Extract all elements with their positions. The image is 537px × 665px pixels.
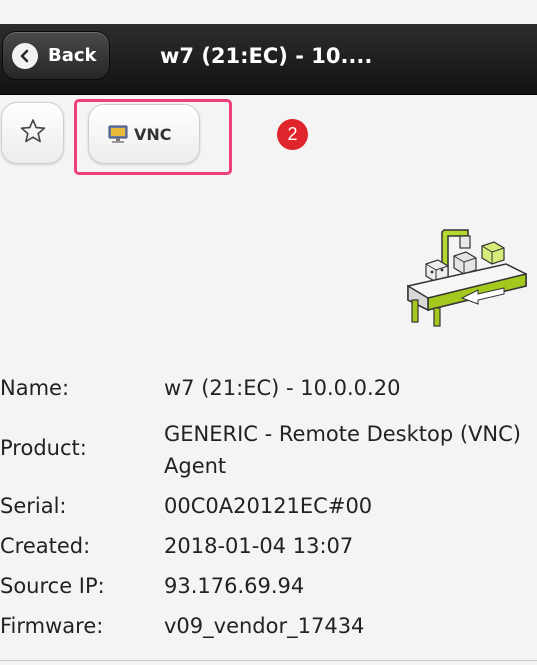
header-bar: Back w7 (21:EC) - 10....	[0, 24, 537, 95]
favorite-button[interactable]	[1, 102, 64, 164]
star-outline-icon	[20, 118, 46, 148]
detail-value: 93.176.69.94	[164, 574, 305, 598]
detail-label: Name:	[0, 376, 70, 400]
notification-badge: 2	[277, 119, 308, 150]
page-title: w7 (21:EC) - 10....	[160, 44, 373, 68]
detail-value: v09_vendor_17434	[164, 614, 365, 638]
detail-label: Serial:	[0, 494, 67, 518]
detail-value-continued: Agent	[164, 454, 227, 478]
top-strip	[0, 0, 537, 25]
back-button-label: Back	[48, 45, 97, 66]
detail-label: Product:	[0, 436, 87, 460]
vnc-button-label: VNC	[134, 124, 172, 144]
vnc-button[interactable]: VNC	[88, 104, 200, 164]
divider	[0, 660, 537, 661]
detail-label: Created:	[0, 534, 91, 558]
detail-label: Firmware:	[0, 614, 104, 638]
detail-value: 00C0A20121EC#00	[164, 494, 373, 518]
detail-label: Source IP:	[0, 574, 105, 598]
device-type-icon	[404, 224, 530, 328]
detail-value: GENERIC - Remote Desktop (VNC)	[164, 422, 521, 446]
detail-value: 2018-01-04 13:07	[164, 534, 354, 558]
chevron-left-icon	[12, 42, 38, 69]
back-button[interactable]: Back	[2, 31, 110, 80]
detail-value: w7 (21:EC) - 10.0.0.20	[164, 376, 401, 400]
monitor-icon	[107, 124, 129, 144]
